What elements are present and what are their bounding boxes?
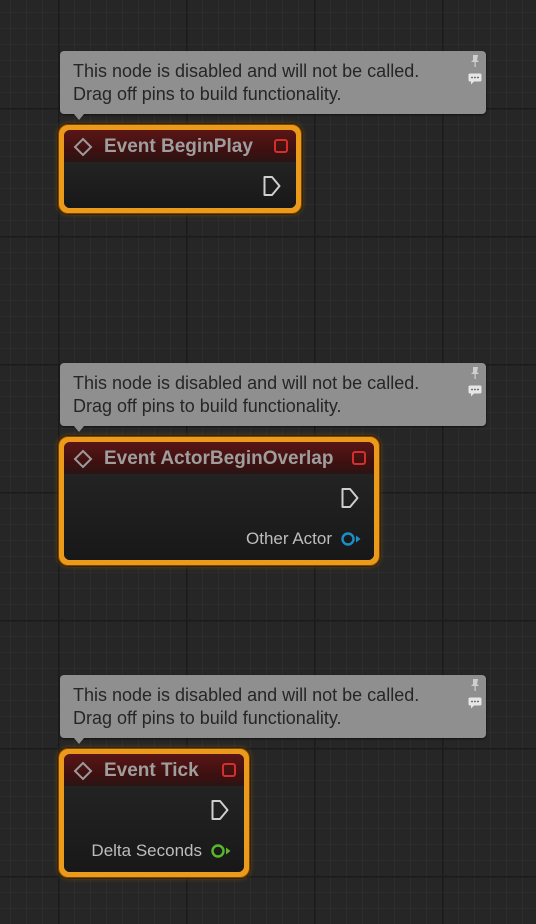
comment-bubble-icon[interactable]: [468, 73, 482, 85]
event-diamond-icon: [73, 449, 93, 469]
node-frame: Event Tick Delta Seconds: [64, 754, 244, 872]
pin-icon[interactable]: [468, 54, 482, 68]
delta-seconds-output-pin[interactable]: Delta Seconds: [91, 840, 232, 862]
comment-bubble-actor-begin-overlap[interactable]: This node is disabled and will not be ca…: [60, 363, 486, 432]
node-title: Event ActorBeginOverlap: [104, 448, 334, 469]
event-actor-begin-overlap-node[interactable]: Event ActorBeginOverlap Other Actor: [58, 436, 380, 566]
comment-bubble-tick[interactable]: This node is disabled and will not be ca…: [60, 675, 486, 744]
comment-bubble-icon[interactable]: [468, 697, 482, 709]
pin-label: Delta Seconds: [91, 841, 202, 860]
delegate-output-icon[interactable]: [274, 139, 288, 153]
other-actor-output-pin[interactable]: Other Actor: [246, 528, 362, 550]
event-tick-node[interactable]: Event Tick Delta Seconds: [58, 748, 250, 878]
node-header[interactable]: Event Tick: [64, 754, 244, 786]
node-frame: Event ActorBeginOverlap Other Actor: [64, 442, 374, 560]
float-pin-icon[interactable]: [210, 843, 232, 859]
pin-icon[interactable]: [468, 366, 482, 380]
comment-text: This node is disabled and will not be ca…: [73, 685, 420, 728]
delegate-output-icon[interactable]: [222, 763, 236, 777]
object-pin-icon[interactable]: [340, 531, 362, 547]
comment-bubble-begin-play[interactable]: This node is disabled and will not be ca…: [60, 51, 486, 120]
node-title: Event BeginPlay: [104, 136, 253, 157]
exec-output-pin[interactable]: [262, 175, 282, 197]
node-body: [64, 162, 296, 208]
pin-label: Other Actor: [246, 529, 332, 548]
comment-text: This node is disabled and will not be ca…: [73, 61, 420, 104]
comment-text: This node is disabled and will not be ca…: [73, 373, 420, 416]
node-title: Event Tick: [104, 760, 199, 781]
exec-output-pin[interactable]: [340, 487, 360, 509]
node-frame: Event BeginPlay: [64, 130, 296, 208]
exec-output-pin[interactable]: [210, 799, 230, 821]
event-begin-play-node[interactable]: Event BeginPlay: [58, 124, 302, 214]
event-diamond-icon: [73, 137, 93, 157]
node-header[interactable]: Event ActorBeginOverlap: [64, 442, 374, 474]
event-diamond-icon: [73, 761, 93, 781]
node-body: Other Actor: [64, 474, 374, 560]
delegate-output-icon[interactable]: [352, 451, 366, 465]
node-header[interactable]: Event BeginPlay: [64, 130, 296, 162]
node-body: Delta Seconds: [64, 786, 244, 872]
pin-icon[interactable]: [468, 678, 482, 692]
comment-bubble-icon[interactable]: [468, 385, 482, 397]
